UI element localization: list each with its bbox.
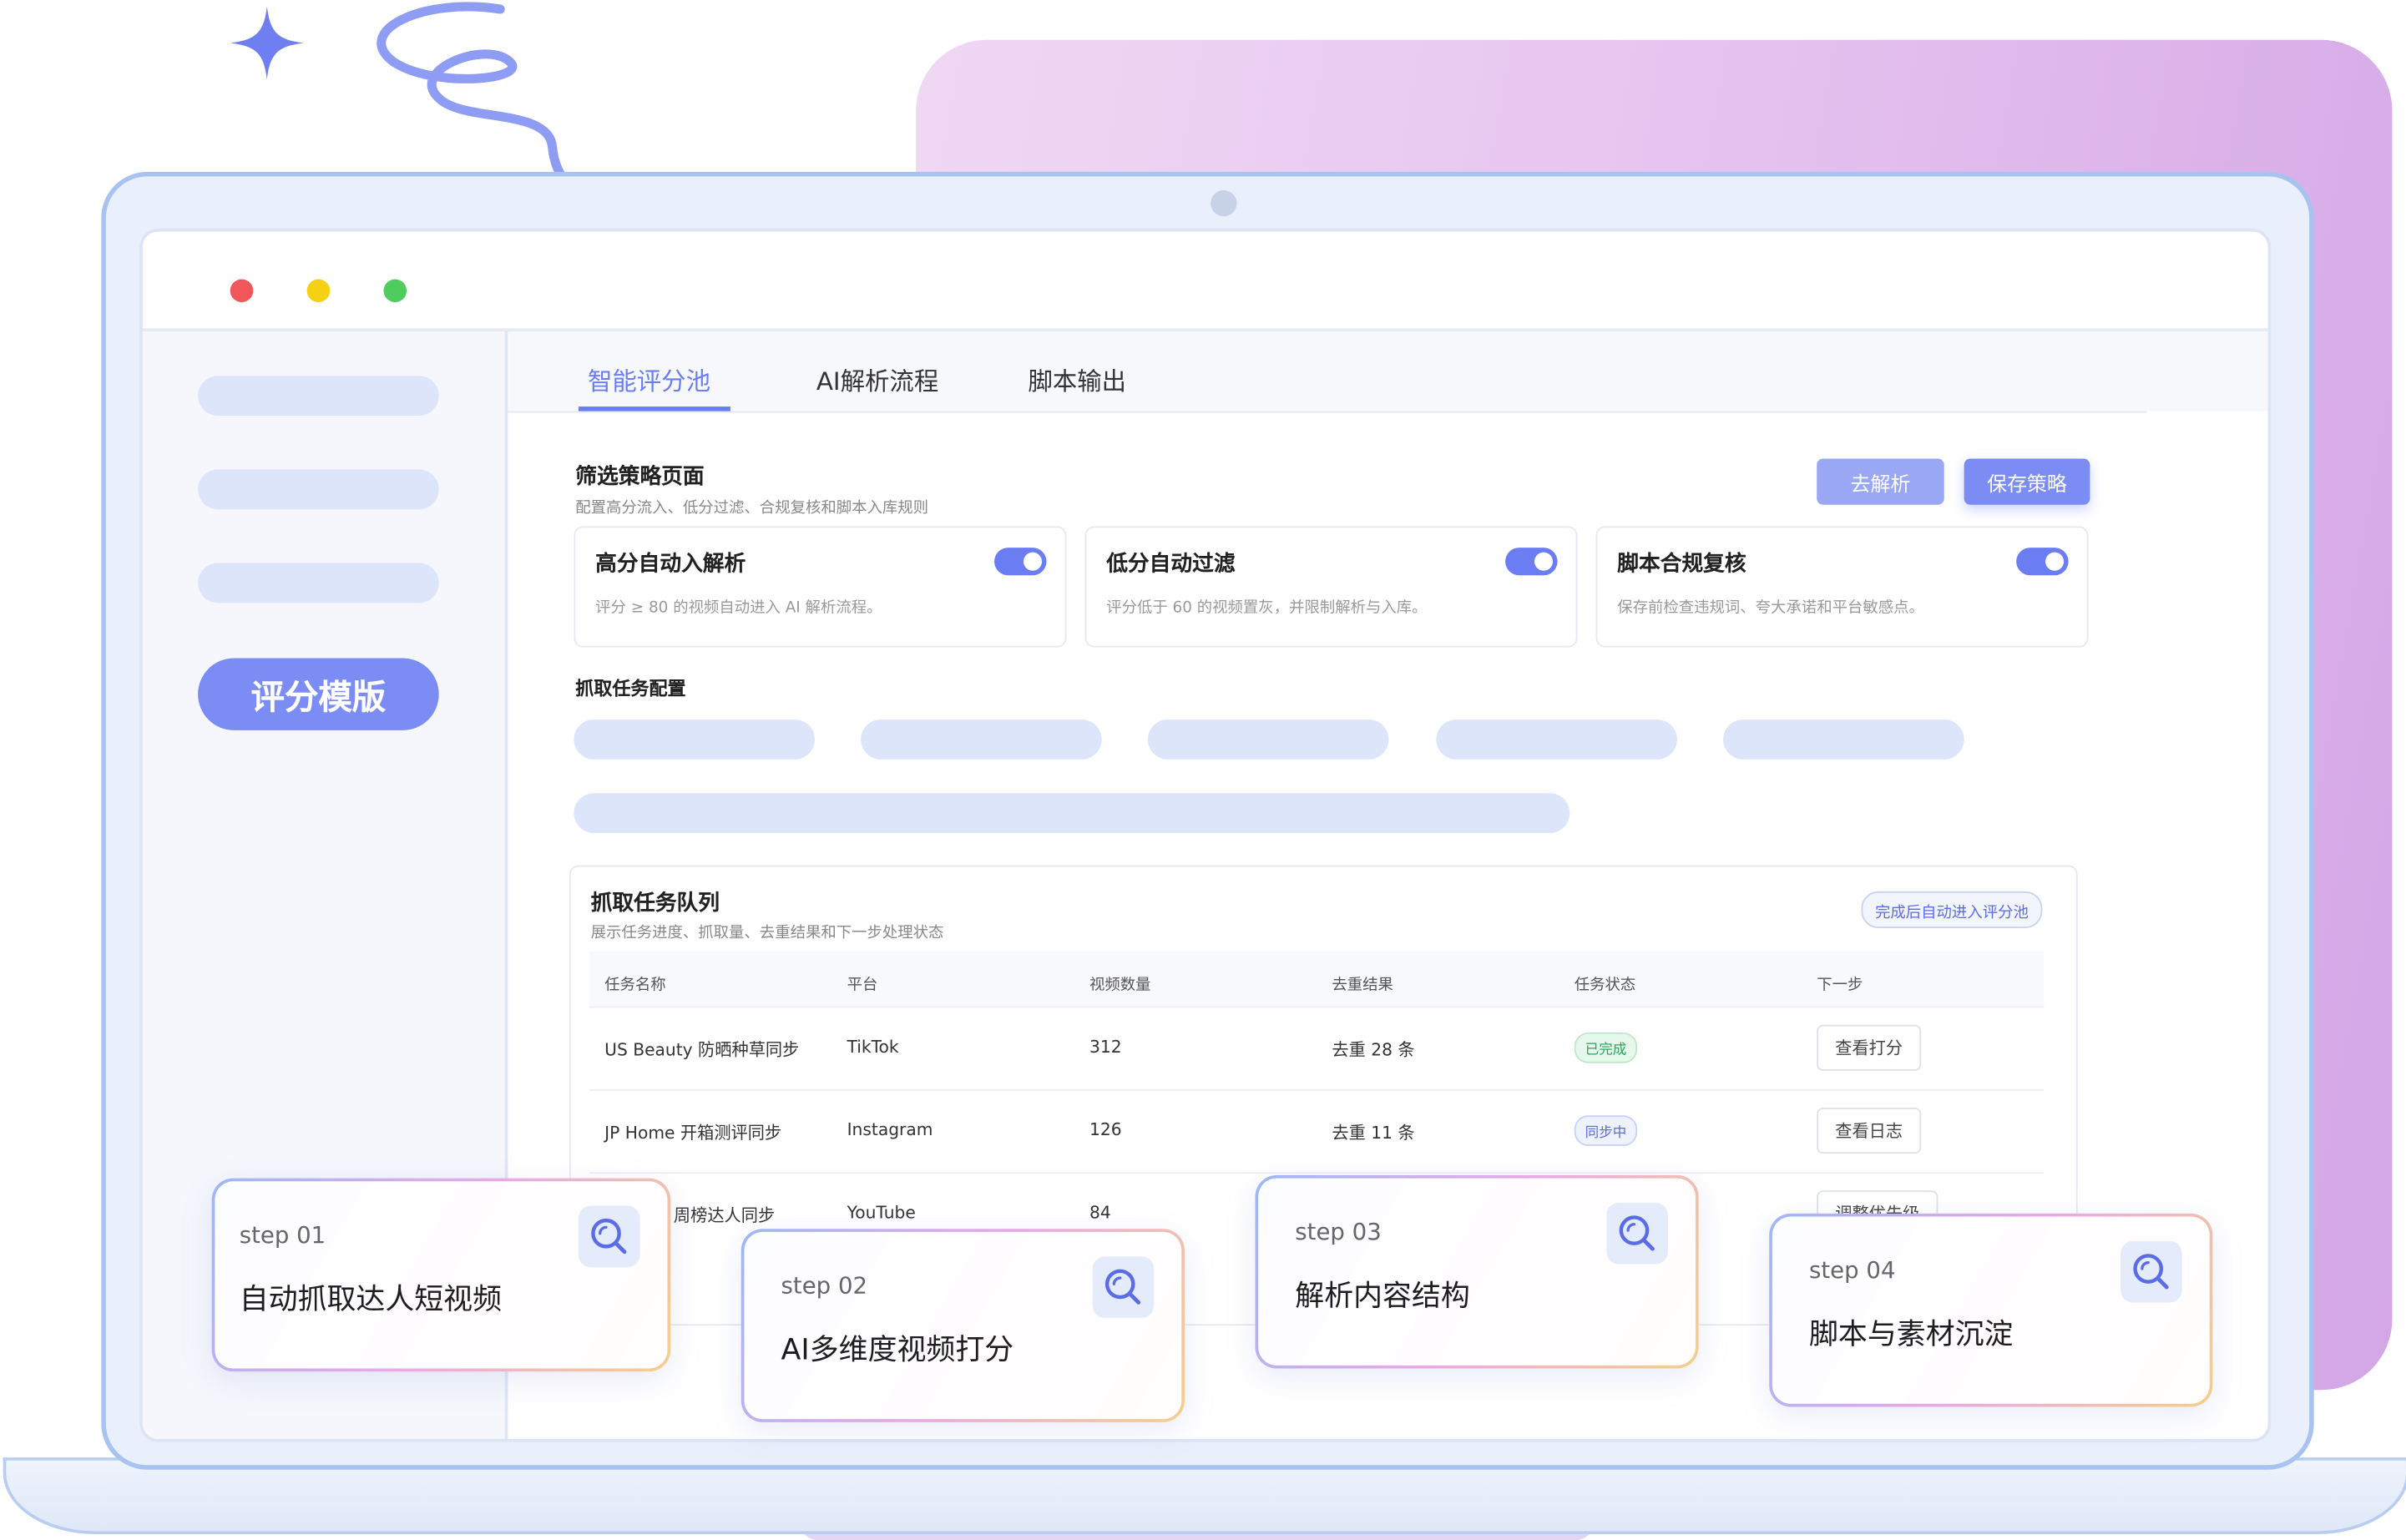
column-header: 任务名称 [604, 977, 666, 995]
task-platform: TikTok [847, 1037, 899, 1058]
tab-smart-score-pool[interactable]: 智能评分池 [588, 361, 710, 397]
step-title: AI多维度视频打分 [781, 1333, 1014, 1367]
window-minimize-button[interactable] [306, 279, 331, 303]
view-log-button[interactable]: 查看日志 [1817, 1108, 1922, 1154]
strategy-card-title: 高分自动入解析 [595, 552, 746, 578]
config-field-placeholder[interactable] [574, 720, 815, 760]
strategy-card: 高分自动入解析 评分 ≥ 80 的视频自动进入 AI 解析流程。 [574, 526, 1067, 648]
queue-subtitle: 展示任务进度、抓取量、去重结果和下一步处理状态 [590, 925, 944, 942]
config-field-placeholder[interactable] [1436, 720, 1677, 760]
auto-enter-pool-badge[interactable]: 完成后自动进入评分池 [1861, 891, 2043, 928]
camera-icon [1211, 189, 1237, 217]
config-field-placeholder[interactable] [1147, 720, 1389, 760]
task-name: US Beauty 防晒种草同步 [604, 1040, 800, 1061]
strategy-header: 筛选策略页面 配置高分流入、低分过滤、合规复核和脚本入库规则 [575, 460, 928, 517]
save-strategy-button[interactable]: 保存策略 [1964, 458, 2090, 505]
status-badge: 同步中 [1574, 1115, 1638, 1146]
strategy-subtitle: 配置高分流入、低分过滤、合规复核和脚本入库规则 [575, 500, 928, 518]
table-row: US Beauty 防晒种草同步 TikTok 312 去重 28 条 已完成 … [589, 1007, 2045, 1091]
config-field-placeholder-wide[interactable] [574, 793, 1570, 834]
step-card: step 04 脚本与素材沉淀 [1769, 1213, 2213, 1407]
sparkle-icon [230, 6, 304, 80]
step-card: step 02 AI多维度视频打分 [741, 1229, 1185, 1422]
task-name: 周榜达人同步 [673, 1205, 776, 1226]
column-header: 任务状态 [1574, 977, 1636, 995]
step-number: step 03 [1295, 1218, 1382, 1246]
strategy-toggle[interactable] [1505, 548, 1558, 576]
queue-header: 抓取任务队列 展示任务进度、抓取量、去重结果和下一步处理状态 [591, 886, 944, 942]
step-number: step 01 [239, 1221, 326, 1250]
tab-bar [508, 331, 2268, 412]
strategy-card-title: 脚本合规复核 [1617, 552, 1746, 578]
strategy-card-desc: 评分低于 60 的视频置灰，并限制解析与入库。 [1106, 599, 1428, 617]
search-icon [1092, 1256, 1155, 1318]
strategy-card: 脚本合规复核 保存前检查违规词、夸大承诺和平台敏感点。 [1595, 526, 2089, 648]
strategy-toggle[interactable] [994, 548, 1047, 576]
strategy-card-desc: 保存前检查违规词、夸大承诺和平台敏感点。 [1617, 599, 1924, 617]
parse-button[interactable]: 去解析 [1817, 458, 1944, 505]
step-number: step 04 [1809, 1256, 1896, 1285]
task-dedup: 去重 28 条 [1332, 1040, 1415, 1061]
config-field-placeholder[interactable] [1723, 720, 1964, 760]
status-badge: 已完成 [1574, 1032, 1638, 1063]
strategy-toggle[interactable] [2016, 548, 2069, 576]
task-platform: Instagram [847, 1119, 933, 1140]
step-title: 脚本与素材沉淀 [1809, 1317, 2014, 1352]
strategy-card: 低分自动过滤 评分低于 60 的视频置灰，并限制解析与入库。 [1084, 526, 1578, 648]
search-icon [1606, 1202, 1668, 1265]
table-header: 任务名称 平台 视频数量 去重结果 任务状态 下一步 [589, 951, 2045, 1008]
view-score-button[interactable]: 查看打分 [1817, 1024, 1922, 1071]
queue-title: 抓取任务队列 [590, 891, 720, 916]
table-row: JP Home 开箱测评同步 Instagram 126 去重 11 条 同步中… [589, 1089, 2045, 1174]
active-tab-indicator [578, 406, 730, 412]
sidebar-item-placeholder[interactable] [198, 563, 439, 603]
strategy-title: 筛选策略页面 [575, 464, 705, 490]
task-count: 126 [1089, 1119, 1122, 1140]
window-close-button[interactable] [230, 279, 254, 303]
column-header: 平台 [847, 977, 878, 995]
stage: 评分模版 智能评分池 AI解析流程 脚本输出 筛选策略页面 配置高分流入、低分过… [0, 0, 2406, 1540]
config-field-placeholder[interactable] [861, 720, 1102, 760]
step-title: 解析内容结构 [1295, 1279, 1470, 1314]
tab-divider [508, 411, 2147, 413]
search-icon [578, 1205, 640, 1268]
search-icon [2120, 1240, 2182, 1303]
column-header: 去重结果 [1332, 977, 1393, 995]
task-platform: YouTube [847, 1202, 916, 1223]
crawl-config-title: 抓取任务配置 [575, 678, 686, 700]
step-card: step 01 自动抓取达人短视频 [211, 1178, 671, 1372]
task-name: JP Home 开箱测评同步 [604, 1123, 782, 1144]
step-card: step 03 解析内容结构 [1255, 1174, 1699, 1369]
tab-script-output[interactable]: 脚本输出 [1028, 361, 1126, 397]
task-count: 84 [1089, 1202, 1111, 1223]
task-count: 312 [1089, 1037, 1122, 1058]
task-dedup: 去重 11 条 [1332, 1123, 1415, 1144]
step-title: 自动抓取达人短视频 [239, 1282, 503, 1317]
column-header: 视频数量 [1089, 977, 1151, 995]
squiggle-decoration [377, 2, 569, 186]
sidebar-item-placeholder[interactable] [198, 376, 439, 417]
window-maximize-button[interactable] [383, 279, 407, 303]
sidebar-item-score-template[interactable]: 评分模版 [198, 658, 439, 730]
strategy-card-title: 低分自动过滤 [1106, 552, 1236, 578]
sidebar-item-placeholder[interactable] [198, 469, 439, 510]
step-number: step 02 [781, 1271, 868, 1300]
strategy-card-desc: 评分 ≥ 80 的视频自动进入 AI 解析流程。 [595, 599, 882, 617]
column-header: 下一步 [1817, 977, 1863, 995]
tab-ai-parse-flow[interactable]: AI解析流程 [816, 361, 938, 397]
